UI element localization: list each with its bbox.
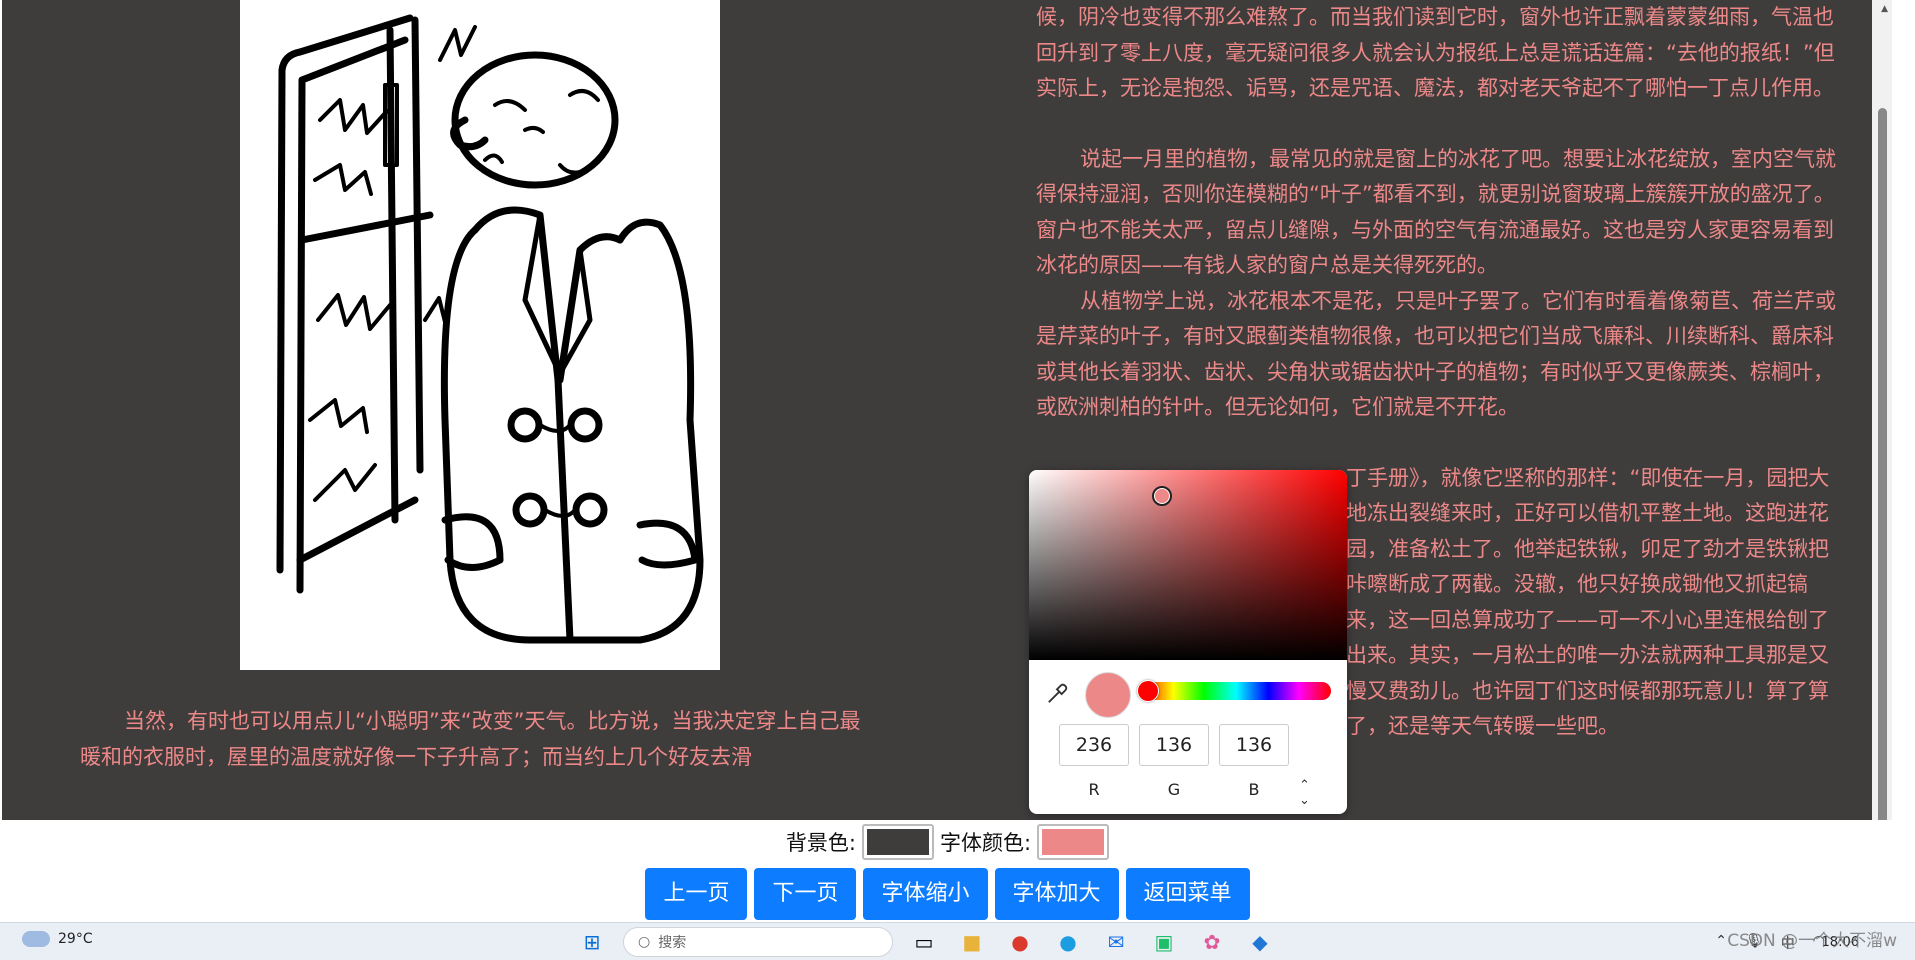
paragraph-2: 说起一月里的植物，最常见的就是窗上的冰花了吧。想要让冰花绽放，室内空气就得保持湿… xyxy=(1036,146,1836,278)
file-explorer-icon[interactable]: ■ xyxy=(955,927,989,957)
scroll-thumb[interactable] xyxy=(1878,108,1887,820)
green-input[interactable] xyxy=(1139,724,1209,766)
blue-input[interactable] xyxy=(1219,724,1289,766)
red-input[interactable] xyxy=(1059,724,1129,766)
left-text-column: 当然，有时也可以用点儿“小聪明”来“改变”天气。比方说，当我决定穿上自己最暖和的… xyxy=(80,704,880,775)
color-preview-swatch xyxy=(1085,672,1131,718)
chrome-icon[interactable]: ● xyxy=(1003,927,1037,957)
man-at-frosted-window-drawing xyxy=(276,14,704,644)
edge-icon[interactable]: ● xyxy=(1051,927,1085,957)
saturation-value-area[interactable] xyxy=(1029,470,1347,660)
page-illustration xyxy=(240,0,720,670)
windows-start-icon[interactable]: ⊞ xyxy=(575,927,609,957)
paint-icon[interactable]: ✿ xyxy=(1195,927,1229,957)
reader-controls: 背景色: 字体颜色: 上一页 下一页 字体缩小 字体加大 返回菜单 xyxy=(0,824,1895,920)
csdn-watermark: CSDN @一个大不溜w xyxy=(1727,931,1897,951)
task-view-icon[interactable]: ▭ xyxy=(907,927,941,957)
green-label: G xyxy=(1167,780,1181,799)
taskbar-search[interactable]: ○ 搜索 xyxy=(623,927,893,957)
font-larger-button[interactable]: 字体加大 xyxy=(994,868,1119,920)
eyedropper-icon[interactable] xyxy=(1043,680,1071,708)
red-label: R xyxy=(1088,780,1100,799)
chevron-up-down-icon[interactable]: ⌃ ⌄ xyxy=(1299,778,1310,808)
paragraph-3: 从植物学上说，冰花根本不是花，只是叶子罢了。它们有时看着像菊苣、荷兰芹或是芹菜的… xyxy=(1036,288,1836,420)
reader-page: 候，阴冷也变得不那么难熬了。而当我们读到它时，窗外也许正飘着蒙蒙细雨，气温也回升… xyxy=(2,0,1892,820)
vertical-scrollbar[interactable]: ▲ ▼ xyxy=(1872,0,1892,820)
saturation-handle[interactable] xyxy=(1152,486,1172,506)
hue-slider[interactable] xyxy=(1141,682,1331,700)
prev-page-button[interactable]: 上一页 xyxy=(645,868,748,920)
pycharm-icon[interactable]: ▣ xyxy=(1147,927,1181,957)
color-picker-popup[interactable]: R G B ⌃⌄ xyxy=(1029,470,1347,814)
vscode-icon[interactable]: ◆ xyxy=(1243,927,1277,957)
font-color-picker[interactable] xyxy=(1037,824,1110,860)
mail-icon[interactable]: ✉ xyxy=(1099,927,1133,957)
weather-temp: 29°C xyxy=(58,931,93,947)
chevron-up-icon[interactable]: ⌃ xyxy=(1715,933,1727,953)
font-smaller-button[interactable]: 字体缩小 xyxy=(863,868,988,920)
blue-label: B xyxy=(1248,780,1260,799)
background-color-picker[interactable] xyxy=(862,824,934,860)
paragraph-1: 候，阴冷也变得不那么难熬了。而当我们读到它时，窗外也许正飘着蒙蒙细雨，气温也回升… xyxy=(1036,5,1835,100)
cloud-icon xyxy=(22,931,50,947)
font-color-label: 字体颜色: xyxy=(940,831,1032,855)
back-to-menu-button[interactable]: 返回菜单 xyxy=(1125,868,1250,920)
search-placeholder: 搜索 xyxy=(658,935,687,951)
hue-handle[interactable] xyxy=(1137,680,1159,702)
weather-widget[interactable]: 29°C xyxy=(22,931,93,947)
search-icon: ○ xyxy=(638,934,651,950)
windows-taskbar: 29°C ⊞ ○ 搜索 ▭ ■ ● ● ✉ ▣ ✿ ◆ ⌃ 🎙 中 ◠ 18:0… xyxy=(0,922,1915,960)
next-page-button[interactable]: 下一页 xyxy=(754,868,857,920)
background-color-label: 背景色: xyxy=(785,831,856,855)
paragraph-left: 当然，有时也可以用点儿“小聪明”来“改变”天气。比方说，当我决定穿上自己最暖和的… xyxy=(80,709,861,769)
scroll-up-icon[interactable]: ▲ xyxy=(1881,4,1888,14)
